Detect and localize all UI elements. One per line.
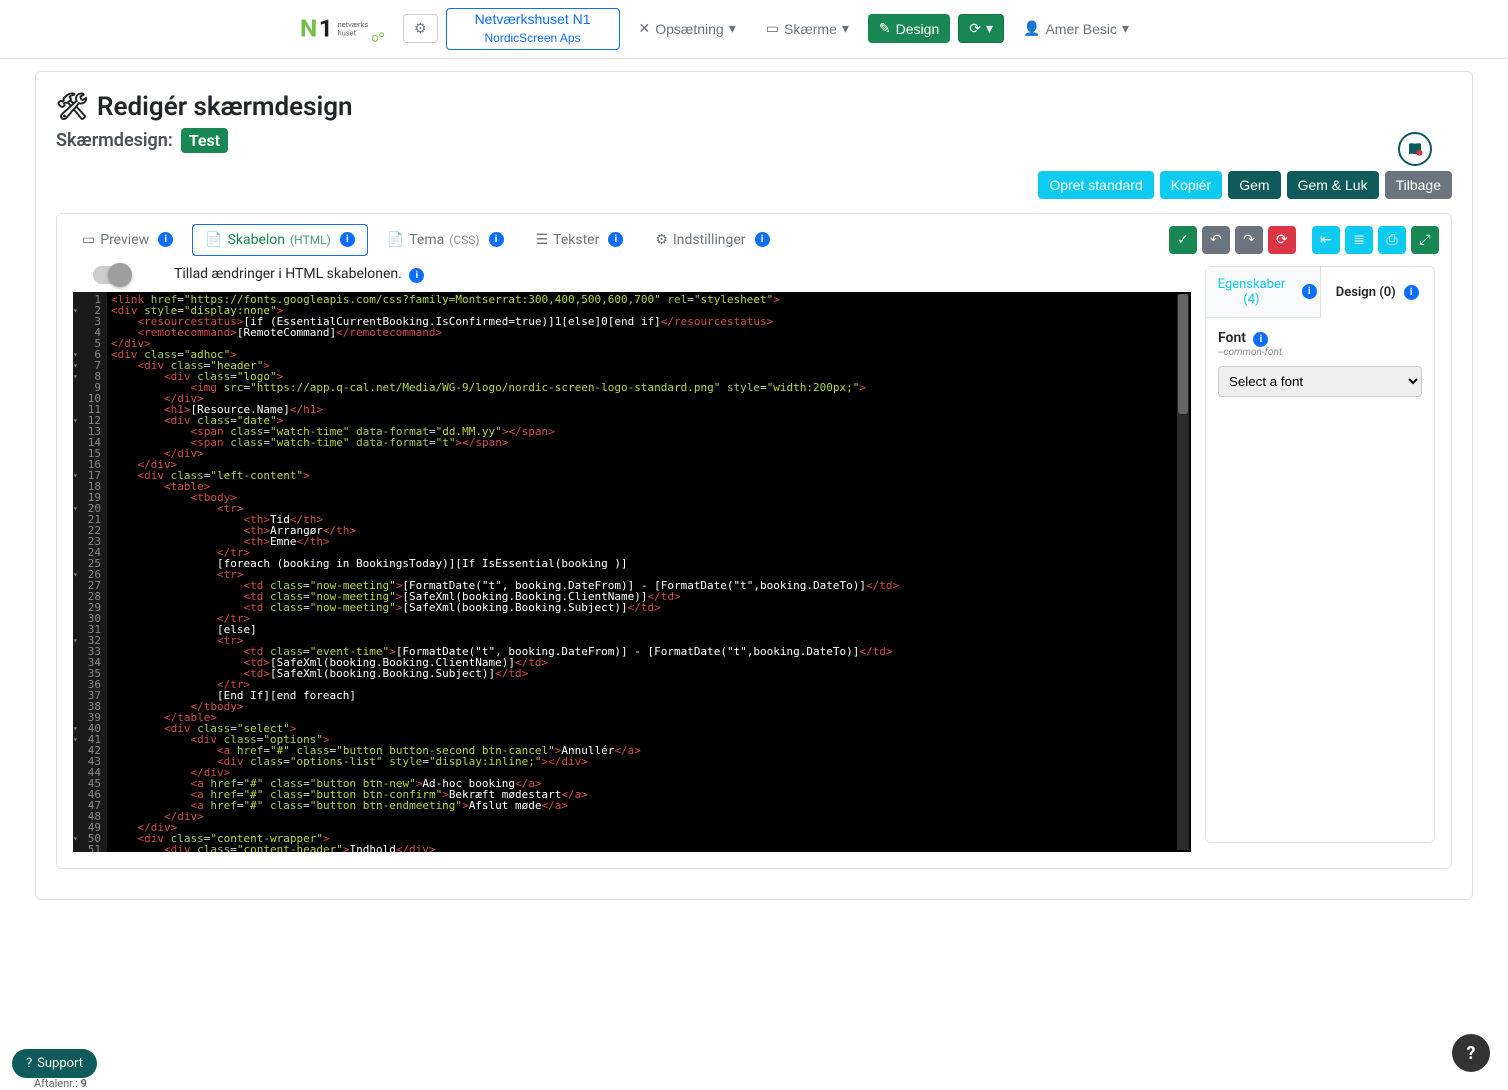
org-line1: Netværkshuset N1 [475,12,591,27]
docs-icon[interactable] [1398,132,1432,166]
top-nav: N1netværkshuset ⚙ Netværkshuset N1 Nordi… [0,0,1508,59]
nav-design[interactable]: ✎Design [868,14,950,43]
tab-skabelon[interactable]: 📄Skabelon(HTML)i [192,224,368,256]
tools-icon: 🛠 [56,92,89,122]
aftale-label: Aftalenr.: 9 [34,1077,87,1090]
tab-tekster[interactable]: ☰Teksteri [523,224,637,256]
editor-scrollbar[interactable] [1177,294,1189,850]
monitor-icon: ▭ [82,232,95,248]
tab-egenskaber[interactable]: Egenskaber (4)i [1206,267,1321,318]
svg-text:N: N [300,14,317,43]
design-icon: ✎ [879,20,891,37]
page-subtitle: Skærmdesign:Test [56,128,1452,153]
expand-button[interactable]: ⤢ [1411,226,1439,254]
info-icon[interactable]: i [608,232,623,247]
reset-button[interactable]: ⟳ [1268,226,1296,254]
validate-button[interactable]: ✓ [1169,226,1197,254]
editor-gutter: 1234567891011121314151617181920212223242… [73,292,107,852]
main-card: 🛠Redigér skærmdesign Skærmdesign:Test Op… [35,71,1473,900]
nav-skaerme[interactable]: ▭Skærme ▾ [755,14,860,43]
tab-bar: ▭Previewi 📄Skabelon(HTML)i 📄Tema(CSS)i ☰… [57,214,1451,266]
help-bubble[interactable]: ? [1452,1034,1490,1072]
question-icon: ? [26,1056,32,1071]
sync-button[interactable]: ⟳ ▾ [958,14,1004,43]
monitor-icon: ▭ [766,20,779,37]
info-icon[interactable]: i [158,232,173,247]
org-switcher[interactable]: Netværkshuset N1 NordicScreen Aps [446,8,620,50]
page-title: 🛠Redigér skærmdesign [56,92,1452,122]
sync-icon: ⟳ [969,20,981,37]
gear-icon: ⚙ [414,20,427,37]
user-icon: 👤 [1023,20,1040,37]
editor-toolbar: ✓ ↶ ↷ ⟳ ⇤ ≣ ⎙ ⤢ [1169,226,1439,254]
format-button[interactable]: ≣ [1345,226,1373,254]
file-icon: 📄 [387,232,404,248]
tools-icon: ✕ [639,20,651,37]
properties-tabs: Egenskaber (4)i Design (0)i [1205,266,1435,318]
svg-text:huset: huset [338,28,357,37]
allow-edit-label: Tillad ændringer i HTML skabelonen. [174,266,402,282]
info-icon[interactable]: i [1253,332,1268,347]
info-icon[interactable]: i [409,268,424,283]
tab-preview[interactable]: ▭Previewi [69,224,186,256]
font-select[interactable]: Select a font [1218,366,1422,397]
svg-text:1: 1 [319,14,333,43]
settings-gear-button[interactable]: ⚙ [403,14,438,43]
copy-button[interactable]: Kopiér [1160,171,1222,199]
undo-button[interactable]: ↶ [1202,226,1230,254]
user-menu[interactable]: 👤Amer Besic ▾ [1012,14,1140,43]
font-label: Font i [1218,330,1422,347]
indent-button[interactable]: ⇤ [1312,226,1340,254]
info-icon[interactable]: i [755,232,770,247]
properties-body: Font i --common-font Select a font [1205,318,1435,843]
allow-edit-toggle[interactable] [93,266,129,284]
save-button[interactable]: Gem [1228,171,1280,199]
action-bar: Opret standard Kopiér Gem Gem & Luk Tilb… [56,171,1452,199]
info-icon[interactable]: i [340,232,355,247]
file-icon: 📄 [205,232,222,248]
tab-indstillinger[interactable]: ⚙Indstillingeri [642,224,782,256]
properties-column: Egenskaber (4)i Design (0)i Font i --com… [1205,266,1435,852]
support-button[interactable]: ?Support [12,1049,97,1078]
redo-button[interactable]: ↷ [1235,226,1263,254]
page-header: 🛠Redigér skærmdesign Skærmdesign:Test [56,92,1452,153]
editor-panel: ▭Previewi 📄Skabelon(HTML)i 📄Tema(CSS)i ☰… [56,213,1452,869]
gear-icon: ⚙ [655,232,668,248]
editor-code[interactable]: <link href="https://fonts.googleapis.com… [107,292,1191,852]
back-button[interactable]: Tilbage [1385,171,1452,199]
info-icon[interactable]: i [1404,285,1419,300]
design-name-chip: Test [181,128,228,153]
list-icon: ☰ [536,232,549,248]
tab-design-props[interactable]: Design (0)i [1321,267,1435,318]
nav-opsaetning[interactable]: ✕Opsætning ▾ [628,14,747,43]
allow-edit-row: Tillad ændringer i HTML skabelonen. i [73,266,1191,292]
tab-tema[interactable]: 📄Tema(CSS)i [374,224,517,256]
create-standard-button[interactable]: Opret standard [1038,171,1153,199]
support-footer: ?Support [12,1049,97,1078]
save-close-button[interactable]: Gem & Luk [1287,171,1379,199]
code-editor[interactable]: 1234567891011121314151617181920212223242… [73,292,1191,852]
org-line2: NordicScreen Aps [485,32,581,45]
font-hint: --common-font [1218,347,1422,358]
logo: N1netværkshuset [300,14,395,44]
print-button[interactable]: ⎙ [1378,226,1406,254]
info-icon[interactable]: i [489,232,504,247]
editor-column: Tillad ændringer i HTML skabelonen. i 12… [73,266,1191,852]
info-icon[interactable]: i [1302,284,1317,299]
